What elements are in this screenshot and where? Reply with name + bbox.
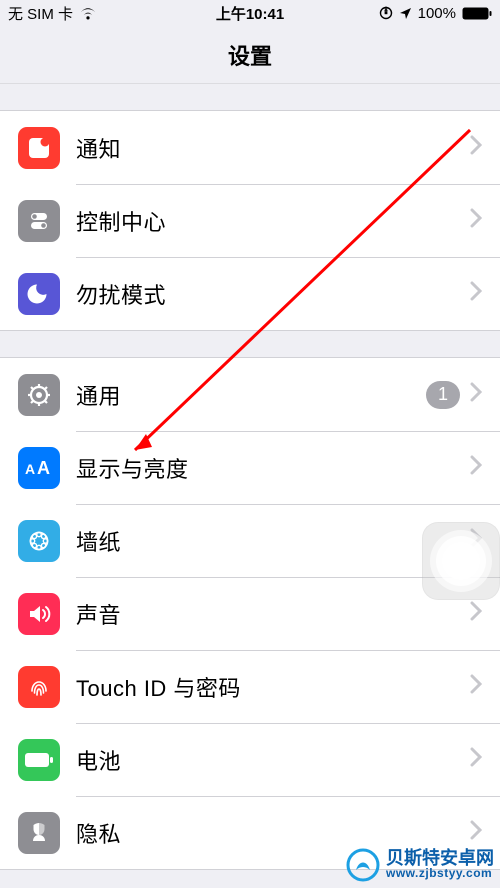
row-label: 控制中心 — [76, 205, 470, 237]
row-battery[interactable]: 电池 — [0, 723, 500, 796]
svg-text:A: A — [25, 461, 35, 477]
status-bar: 无 SIM 卡 上午10:41 100% — [0, 0, 500, 26]
notifications-icon — [18, 127, 60, 169]
page-title: 设置 — [0, 26, 500, 84]
chevron-right-icon — [470, 820, 482, 845]
settings-group: 通用 1 AA 显示与亮度 墙纸 声音 — [0, 357, 500, 870]
row-label: 电池 — [76, 744, 470, 776]
chevron-right-icon — [470, 455, 482, 480]
watermark: 贝斯特安卓网 www.zjbstyy.com — [346, 848, 494, 882]
watermark-title: 贝斯特安卓网 — [386, 849, 494, 867]
row-notifications[interactable]: 通知 — [0, 111, 500, 184]
notification-badge: 1 — [426, 381, 460, 409]
chevron-right-icon — [470, 382, 482, 407]
row-label: 显示与亮度 — [76, 452, 470, 484]
row-label: 墙纸 — [76, 525, 470, 557]
sound-icon — [18, 593, 60, 635]
status-right: 100% — [379, 5, 492, 22]
battery-percent-text: 100% — [418, 5, 456, 22]
battery-icon — [18, 739, 60, 781]
watermark-logo-icon — [346, 848, 380, 882]
settings-group: 通知 控制中心 勿扰模式 — [0, 110, 500, 331]
row-label: 通知 — [76, 132, 470, 164]
row-label: 通用 — [76, 379, 426, 411]
do-not-disturb-icon — [18, 273, 60, 315]
row-general[interactable]: 通用 1 — [0, 358, 500, 431]
group-gap — [0, 84, 500, 110]
rotation-lock-icon — [379, 6, 393, 20]
watermark-url: www.zjbstyy.com — [386, 867, 492, 880]
chevron-right-icon — [470, 747, 482, 772]
settings-list: 通知 控制中心 勿扰模式 通用 1 — [0, 84, 500, 888]
row-label: 勿扰模式 — [76, 278, 470, 310]
chevron-right-icon — [470, 281, 482, 306]
carrier-text: 无 SIM 卡 — [8, 3, 73, 24]
chevron-right-icon — [470, 674, 482, 699]
row-label: 声音 — [76, 598, 470, 630]
row-label: 隐私 — [76, 817, 470, 849]
row-touch-id[interactable]: Touch ID 与密码 — [0, 650, 500, 723]
privacy-icon — [18, 812, 60, 854]
wifi-icon — [79, 7, 97, 20]
svg-text:A: A — [37, 458, 50, 478]
row-label: Touch ID 与密码 — [76, 671, 470, 703]
chevron-right-icon — [470, 208, 482, 233]
touch-id-icon — [18, 666, 60, 708]
row-control-center[interactable]: 控制中心 — [0, 184, 500, 257]
assistive-touch-button[interactable] — [422, 522, 500, 600]
chevron-right-icon — [470, 601, 482, 626]
battery-icon — [462, 7, 492, 20]
chevron-right-icon — [470, 135, 482, 160]
general-icon — [18, 374, 60, 416]
row-do-not-disturb[interactable]: 勿扰模式 — [0, 257, 500, 330]
display-icon: AA — [18, 447, 60, 489]
control-center-icon — [18, 200, 60, 242]
wallpaper-icon — [18, 520, 60, 562]
location-icon — [399, 7, 412, 20]
status-left: 无 SIM 卡 — [8, 3, 97, 24]
row-display-brightness[interactable]: AA 显示与亮度 — [0, 431, 500, 504]
group-gap — [0, 331, 500, 357]
